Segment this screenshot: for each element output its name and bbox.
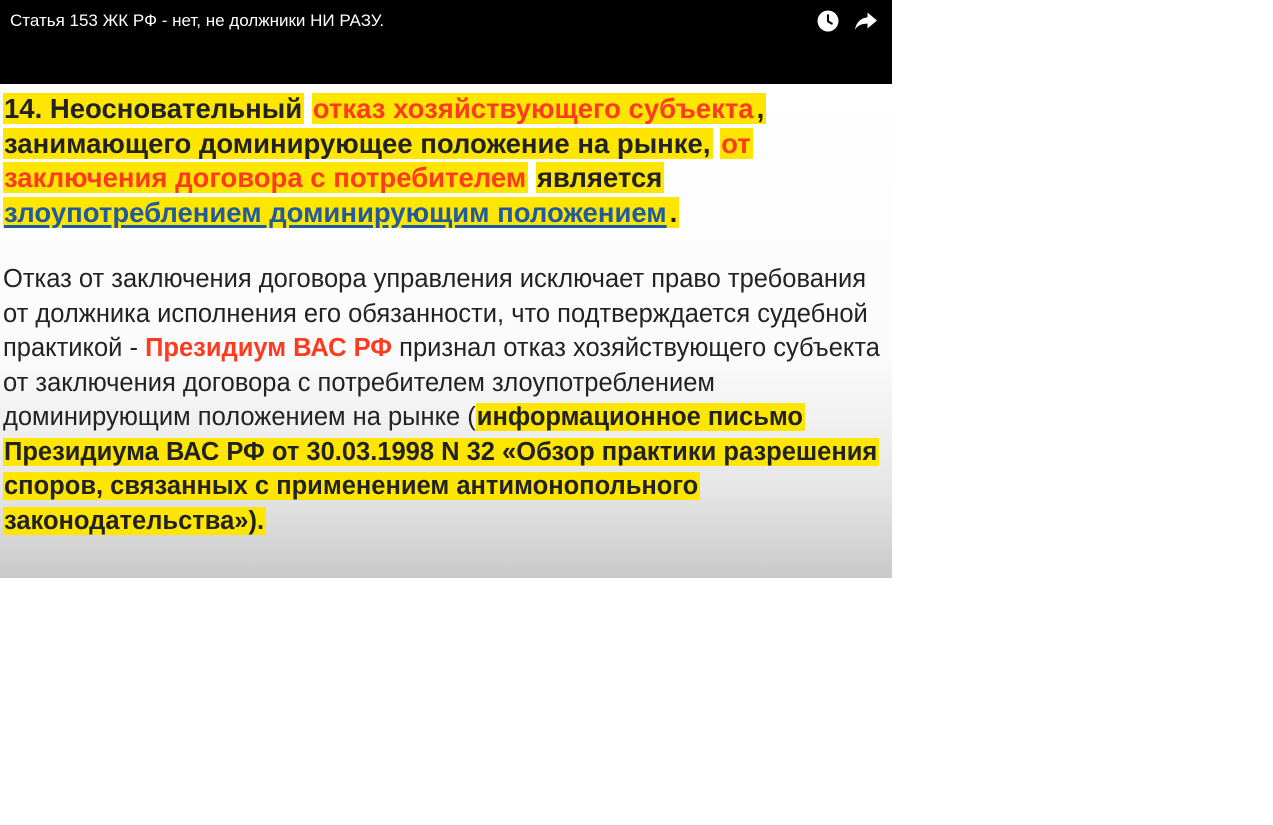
underlined-blue-text: злоупотреблением доминирующим положением [3, 196, 669, 228]
highlighted-text: , [755, 93, 767, 124]
highlighted-text: является [535, 162, 665, 193]
highlighted-text: занимающего доминирующее положение на ры… [3, 127, 713, 159]
red-bold-text: Президиум ВАС РФ [145, 334, 393, 362]
highlighted-text: 14. Неосновательный [3, 93, 305, 124]
highlighted-text: . [668, 196, 680, 228]
clock-icon [817, 10, 839, 32]
highlighted-red-text: отказ хозяйствующего субъекта [311, 93, 756, 124]
player-top-bar: Статья 153 ЖК РФ - нет, не должники НИ Р… [0, 0, 892, 84]
watch-later-button[interactable] [815, 8, 841, 34]
share-button[interactable] [853, 8, 879, 34]
video-frame-slide: 14. Неосновательный отказ хозяйствующего… [0, 84, 892, 578]
share-arrow-icon [855, 12, 877, 30]
slide-body-paragraph: Отказ от заключения договора управления … [3, 262, 892, 538]
slide-heading-paragraph: 14. Неосновательный отказ хозяйствующего… [3, 92, 863, 230]
video-title[interactable]: Статья 153 ЖК РФ - нет, не должники НИ Р… [10, 11, 384, 31]
video-player[interactable]: Статья 153 ЖК РФ - нет, не должники НИ Р… [0, 0, 892, 578]
